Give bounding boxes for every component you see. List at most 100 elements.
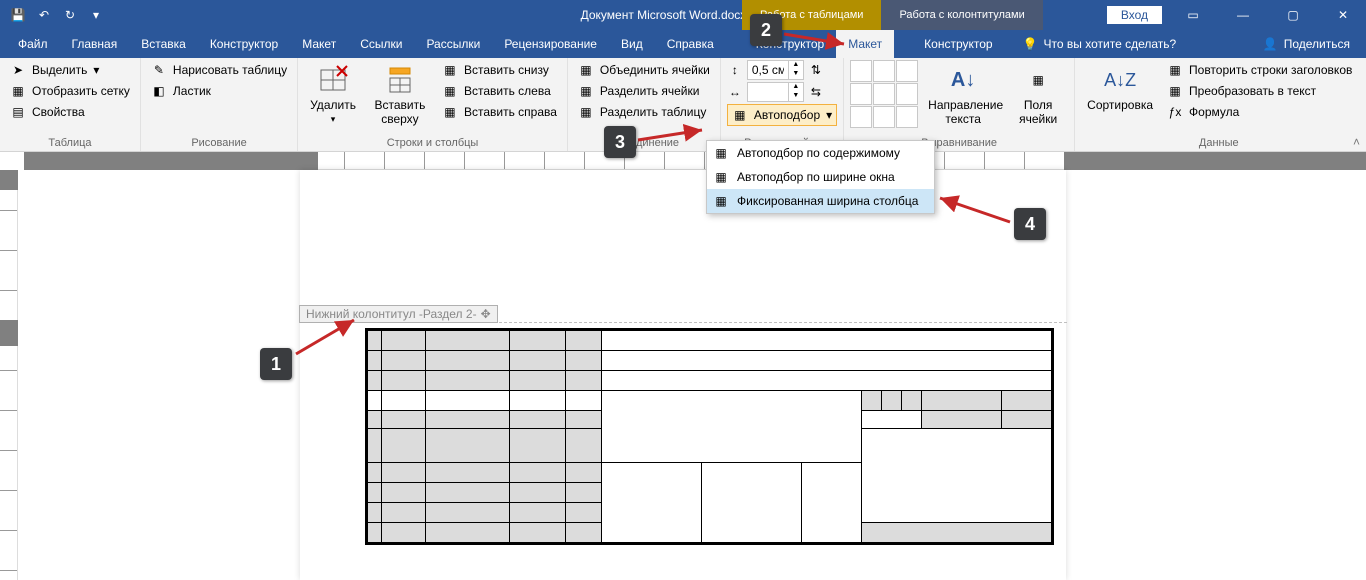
footer-zone: Нижний колонтитул -Раздел 2- ✥: [299, 322, 1067, 323]
insert-below-button[interactable]: ▦Вставить снизу: [438, 60, 561, 80]
align-bc[interactable]: [873, 106, 895, 128]
convert-to-text-button[interactable]: ▦Преобразовать в текст: [1163, 81, 1356, 101]
align-tc[interactable]: [873, 60, 895, 82]
insert-above-icon: [384, 64, 416, 96]
insert-right-button[interactable]: ▦Вставить справа: [438, 102, 561, 122]
distribute-cols-icon[interactable]: ⇆: [808, 84, 824, 100]
properties-icon: ▤: [10, 104, 26, 120]
autofit-by-content[interactable]: ▦Автоподбор по содержимому: [707, 141, 934, 165]
tab-file[interactable]: Файл: [6, 30, 60, 58]
properties-button[interactable]: ▤Свойства: [6, 102, 134, 122]
ribbon-tabs: Файл Главная Вставка Конструктор Макет С…: [0, 30, 1366, 58]
insert-left-button[interactable]: ▦Вставить слева: [438, 81, 561, 101]
row-height-icon: ↕: [727, 62, 743, 78]
gridlines-button[interactable]: ▦Отобразить сетку: [6, 81, 134, 101]
align-br[interactable]: [896, 106, 918, 128]
horizontal-ruler[interactable]: [24, 152, 1366, 170]
spin-up[interactable]: ▲: [789, 83, 803, 92]
formula-button[interactable]: ƒxФормула: [1163, 102, 1356, 122]
alignment-grid: [850, 60, 918, 135]
merge-cells-button[interactable]: ▦Объединить ячейки: [574, 60, 714, 80]
group-draw: ✎Нарисовать таблицу ◧Ластик Рисование: [141, 58, 298, 151]
group-title-rowscols: Строки и столбцы: [304, 135, 561, 151]
insert-above-button[interactable]: Вставить сверху: [366, 60, 434, 135]
tab-insert[interactable]: Вставка: [129, 30, 198, 58]
annotation-3: 3: [604, 126, 636, 158]
save-icon[interactable]: 💾: [6, 3, 30, 27]
repeat-icon: ▦: [1167, 62, 1183, 78]
tab-hf-design[interactable]: Конструктор: [912, 30, 1004, 58]
distribute-rows-icon[interactable]: ⇅: [808, 62, 824, 78]
spin-down[interactable]: ▼: [789, 92, 803, 101]
vertical-ruler[interactable]: [0, 170, 18, 580]
select-button[interactable]: ➤Выделить ▾: [6, 60, 134, 80]
share-button[interactable]: 👤 Поделиться: [1247, 30, 1366, 58]
draw-table-button[interactable]: ✎Нарисовать таблицу: [147, 60, 291, 80]
split-cells-button[interactable]: ▦Разделить ячейки: [574, 81, 714, 101]
delete-button[interactable]: Удалить ▾: [304, 60, 362, 135]
cell-margins-button[interactable]: ▦ Поля ячейки: [1008, 60, 1068, 135]
login-button[interactable]: Вход: [1107, 6, 1162, 24]
page[interactable]: Нижний колонтитул -Раздел 2- ✥: [300, 170, 1066, 580]
tell-me[interactable]: 💡 Что вы хотите сделать?: [1023, 30, 1177, 58]
repeat-headers-button[interactable]: ▦Повторить строки заголовков: [1163, 60, 1356, 80]
tab-help[interactable]: Справка: [655, 30, 726, 58]
close-button[interactable]: ✕: [1320, 0, 1366, 30]
restore-button[interactable]: ▢: [1270, 0, 1316, 30]
group-merge: ▦Объединить ячейки ▦Разделить ячейки ▦Ра…: [568, 58, 721, 151]
row-height-field[interactable]: ▲▼: [747, 60, 804, 80]
move-handle-icon[interactable]: ✥: [481, 307, 491, 321]
group-title-draw: Рисование: [147, 135, 291, 151]
cell-margins-icon: ▦: [1022, 64, 1054, 96]
eraser-icon: ◧: [151, 83, 167, 99]
align-bl[interactable]: [850, 106, 872, 128]
redo-icon[interactable]: ↻: [58, 3, 82, 27]
group-title-data: Данные: [1081, 135, 1356, 151]
annotation-2: 2: [750, 14, 782, 46]
align-tl[interactable]: [850, 60, 872, 82]
stamp-table[interactable]: [365, 328, 1054, 545]
insert-left-icon: ▦: [442, 83, 458, 99]
undo-icon[interactable]: ↶: [32, 3, 56, 27]
tab-view[interactable]: Вид: [609, 30, 655, 58]
split-icon: ▦: [578, 83, 594, 99]
text-direction-button[interactable]: A↓ Направление текста: [922, 60, 1004, 135]
eraser-button[interactable]: ◧Ластик: [147, 81, 291, 101]
align-ml[interactable]: [850, 83, 872, 105]
pencil-icon: ✎: [151, 62, 167, 78]
grid-icon: ▦: [10, 83, 26, 99]
tab-home[interactable]: Главная: [60, 30, 130, 58]
context-tab-headers: Работа с колонтитулами: [881, 0, 1042, 30]
tab-table-layout[interactable]: Макет: [836, 30, 894, 58]
autofit-button[interactable]: ▦ Автоподбор ▾: [727, 104, 837, 126]
collapse-ribbon-icon[interactable]: ˄: [1353, 135, 1360, 149]
minimize-button[interactable]: —: [1220, 0, 1266, 30]
col-width-input[interactable]: [748, 85, 788, 99]
spin-down[interactable]: ▼: [789, 70, 803, 79]
qat-more-icon[interactable]: ▾: [84, 3, 108, 27]
align-mc[interactable]: [873, 83, 895, 105]
tab-mailings[interactable]: Рассылки: [414, 30, 492, 58]
group-rowscols: Удалить ▾ Вставить сверху ▦Вставить сниз…: [298, 58, 568, 151]
split-table-button[interactable]: ▦Разделить таблицу: [574, 102, 714, 122]
ribbon-options-icon[interactable]: ▭: [1170, 0, 1216, 30]
tab-layout[interactable]: Макет: [290, 30, 348, 58]
group-alignment: A↓ Направление текста ▦ Поля ячейки Выра…: [844, 58, 1075, 151]
col-width-field[interactable]: ▲▼: [747, 82, 804, 102]
sort-button[interactable]: A↓Z Сортировка: [1081, 60, 1159, 135]
pointer-icon: ➤: [10, 62, 26, 78]
tab-review[interactable]: Рецензирование: [492, 30, 609, 58]
tab-links[interactable]: Ссылки: [348, 30, 414, 58]
sort-icon: A↓Z: [1104, 64, 1136, 96]
row-height-input[interactable]: [748, 63, 788, 77]
autofit-by-window[interactable]: ▦Автоподбор по ширине окна: [707, 165, 934, 189]
tell-me-placeholder: Что вы хотите сделать?: [1044, 37, 1177, 51]
tab-design[interactable]: Конструктор: [198, 30, 290, 58]
align-mr[interactable]: [896, 83, 918, 105]
annotation-1: 1: [260, 348, 292, 380]
spin-up[interactable]: ▲: [789, 61, 803, 70]
align-tr[interactable]: [896, 60, 918, 82]
text-direction-icon: A↓: [947, 64, 979, 96]
autofit-fixed-width[interactable]: ▦Фиксированная ширина столбца: [707, 189, 934, 213]
title-bar: 💾 ↶ ↻ ▾ Документ Microsoft Word.docx - W…: [0, 0, 1366, 30]
